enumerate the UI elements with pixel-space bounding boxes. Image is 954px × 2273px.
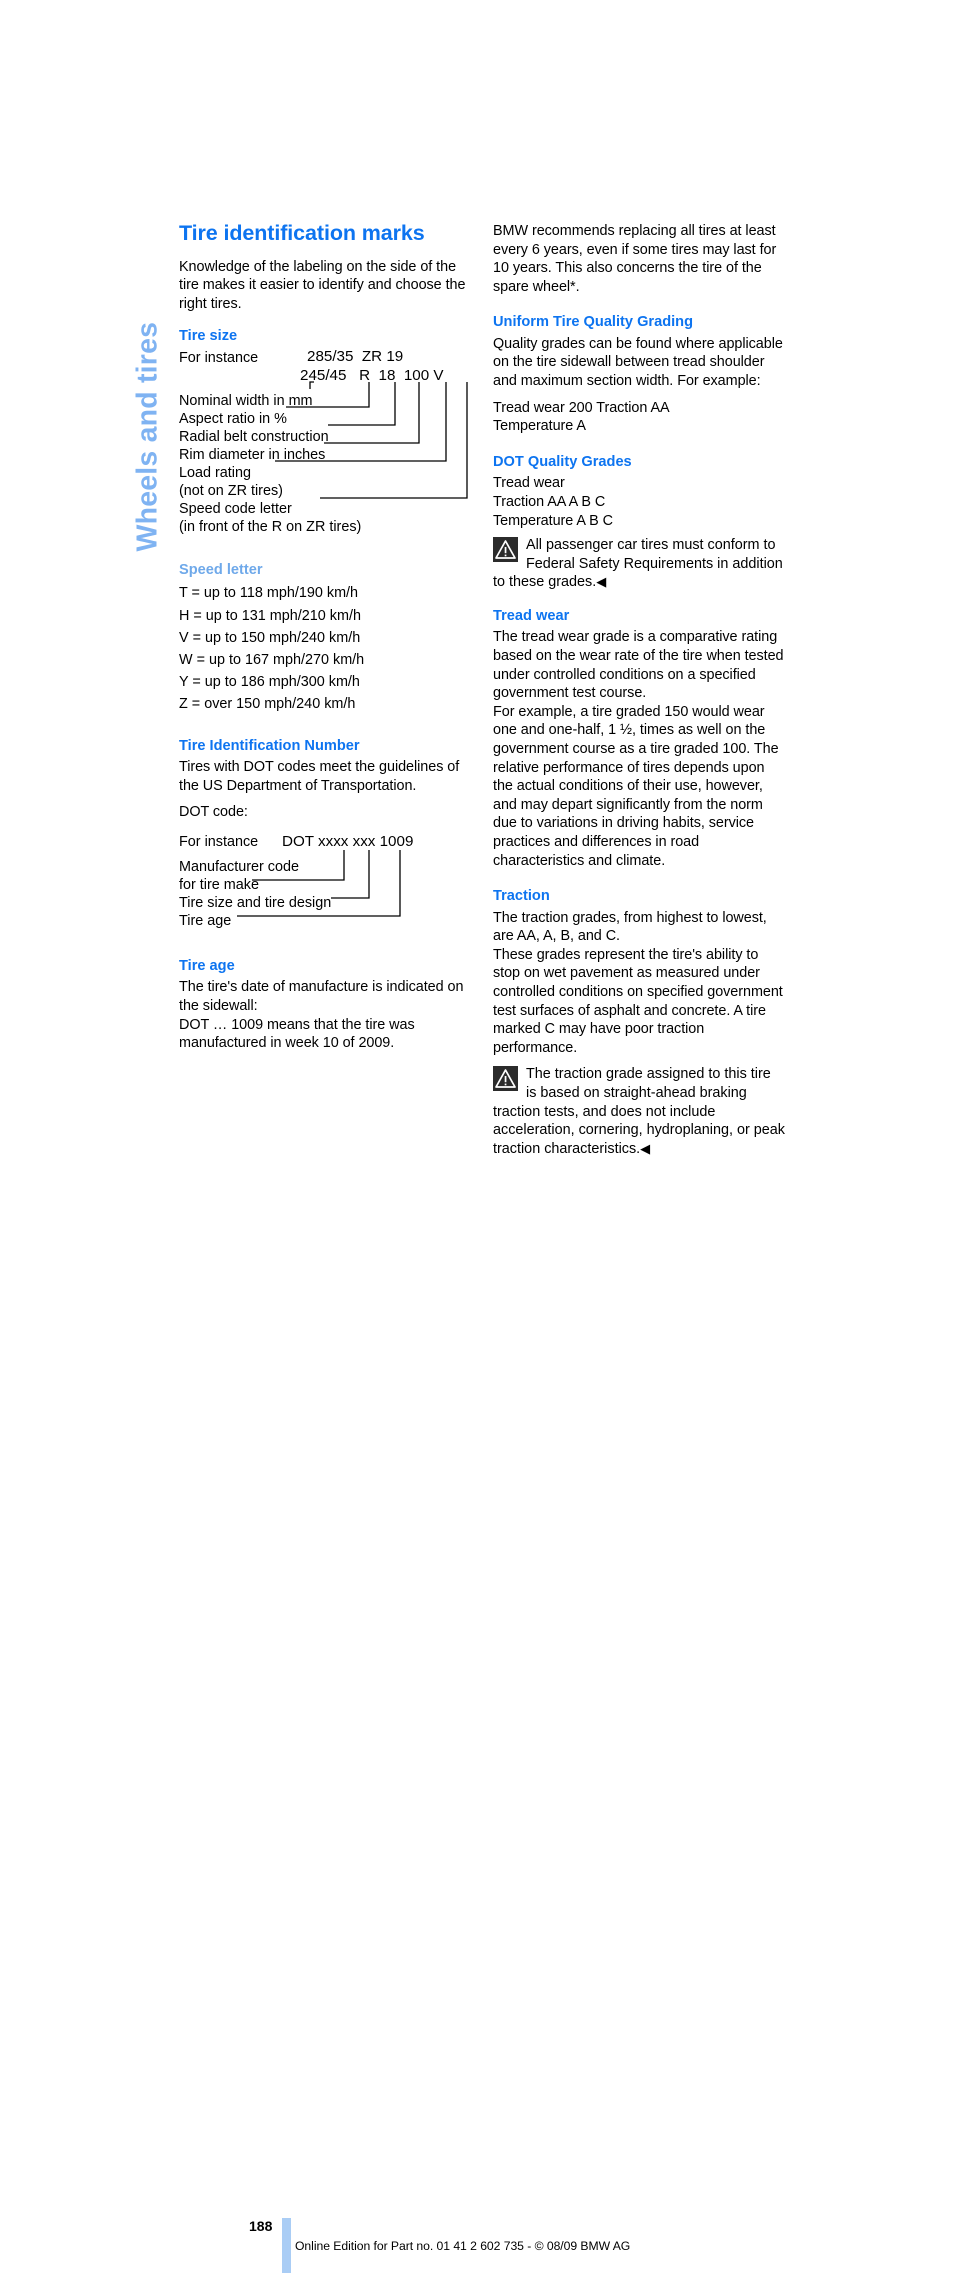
tire-size-label-nominal-width: Nominal width in mm xyxy=(179,392,313,409)
tin-paragraph: Tires with DOT codes meet the guidelines… xyxy=(179,759,460,794)
tread-wear-paragraph-1: The tread wear grade is a comparative ra… xyxy=(493,629,784,702)
speed-letter-entry: Z = over 150 mph/240 km/h xyxy=(179,696,356,713)
chapter-tab-label: Wheels and tires xyxy=(131,321,164,552)
traction-paragraph-2: These grades represent the tire's abilit… xyxy=(493,946,783,1056)
tire-size-label-rim-diameter: Rim diameter in inches xyxy=(179,446,326,463)
section-heading-tire-identification-number: Tire Identification Number xyxy=(179,737,360,754)
warning-end-marker: ◀ xyxy=(596,574,607,590)
tire-size-code-line-1: 285/35 ZR 19 xyxy=(307,347,404,365)
speed-letter-entry: V = up to 150 mph/240 km/h xyxy=(179,629,361,646)
page-title: Tire identification marks xyxy=(179,221,425,245)
section-heading-dot-quality-grades: DOT Quality Grades xyxy=(493,453,632,470)
tire-size-for-instance: For instance xyxy=(179,349,259,366)
dot-code-example: DOT xxxx xxx 1009 xyxy=(282,832,414,850)
warning-triangle-icon xyxy=(493,537,518,563)
speed-letter-entry: W = up to 167 mph/270 km/h xyxy=(179,652,365,669)
tire-size-label-not-on-zr: (not on ZR tires) xyxy=(179,482,283,499)
warning-text-federal-safety: All passenger car tires must conform to … xyxy=(493,537,783,591)
dot-grade-line: Temperature A B C xyxy=(493,512,613,529)
section-heading-traction: Traction xyxy=(493,888,550,905)
tread-wear-paragraph-2: For example, a tire graded 150 would wea… xyxy=(493,703,779,869)
left-column: Tire identification marks Knowledge of t… xyxy=(179,221,471,1053)
speed-letter-entry: Y = up to 186 mph/300 km/h xyxy=(179,674,360,691)
warning-block-federal-safety: All passenger car tires must conform to … xyxy=(493,536,785,592)
tire-size-label-load-rating: Load rating xyxy=(179,464,252,481)
dot-label-manufacturer-code: Manufacturer code xyxy=(179,858,299,875)
dot-for-instance: For instance xyxy=(179,833,259,850)
utqg-example-line-1: Tread wear 200 Traction AA xyxy=(493,399,670,416)
dot-grade-line: Traction AA A B C xyxy=(493,493,606,510)
footer-edition-text: Online Edition for Part no. 01 41 2 602 … xyxy=(295,2239,631,2253)
tire-size-label-aspect-ratio: Aspect ratio in % xyxy=(179,410,287,427)
dot-label-for-tire-make: for tire make xyxy=(179,876,259,893)
dot-label-tire-size-design: Tire size and tire design xyxy=(179,894,332,911)
section-heading-uniform-tire-quality-grading: Uniform Tire Quality Grading xyxy=(493,314,694,331)
bmw-recommendation-paragraph: BMW recommends replacing all tires at le… xyxy=(493,223,777,295)
section-heading-tread-wear: Tread wear xyxy=(493,607,570,624)
tire-age-paragraph-1: The tire's date of manufacture is indica… xyxy=(179,979,464,1015)
speed-letter-entry: T = up to 118 mph/190 km/h xyxy=(179,585,359,602)
dot-code-label: DOT code: xyxy=(179,804,248,821)
intro-paragraph: Knowledge of the labeling on the side of… xyxy=(179,258,466,312)
dot-label-tire-age: Tire age xyxy=(179,912,232,929)
utqg-example-line-2: Temperature A xyxy=(493,418,586,435)
page-number: 188 xyxy=(249,2218,273,2234)
right-column: BMW recommends replacing all tires at le… xyxy=(493,222,785,1158)
traction-paragraph-1: The traction grades, from highest to low… xyxy=(493,909,767,945)
tire-size-label-in-front-of-r: (in front of the R on ZR tires) xyxy=(179,518,362,535)
tire-age-paragraph-2: DOT … 1009 means that the tire was manuf… xyxy=(179,1016,415,1052)
dot-code-diagram: For instance DOT xxxx xxx 1009 Manufactu… xyxy=(179,833,471,929)
section-heading-speed-letter: Speed letter xyxy=(179,561,263,578)
speed-letter-entry: H = up to 131 mph/210 km/h xyxy=(179,607,361,624)
tire-size-code-line-2: 245/45 R 18 100 V xyxy=(300,366,444,384)
utqg-paragraph: Quality grades can be found where applic… xyxy=(493,335,783,390)
section-heading-tire-size: Tire size xyxy=(179,328,238,345)
footer-accent-bar xyxy=(282,2218,291,2273)
warning-triangle-icon xyxy=(493,1066,518,1092)
chapter-tab: Wheels and tires xyxy=(118,222,178,552)
section-heading-tire-age: Tire age xyxy=(179,957,235,974)
dot-grade-line: Tread wear xyxy=(493,475,565,492)
tire-size-label-radial-belt: Radial belt construction xyxy=(179,428,329,445)
tire-size-diagram: For instance 285/35 ZR 19 245/45 R 18 10… xyxy=(179,347,471,535)
tire-size-label-speed-code: Speed code letter xyxy=(179,500,292,517)
page-footer: 188 Online Edition for Part no. 01 41 2 … xyxy=(0,1108,954,2273)
